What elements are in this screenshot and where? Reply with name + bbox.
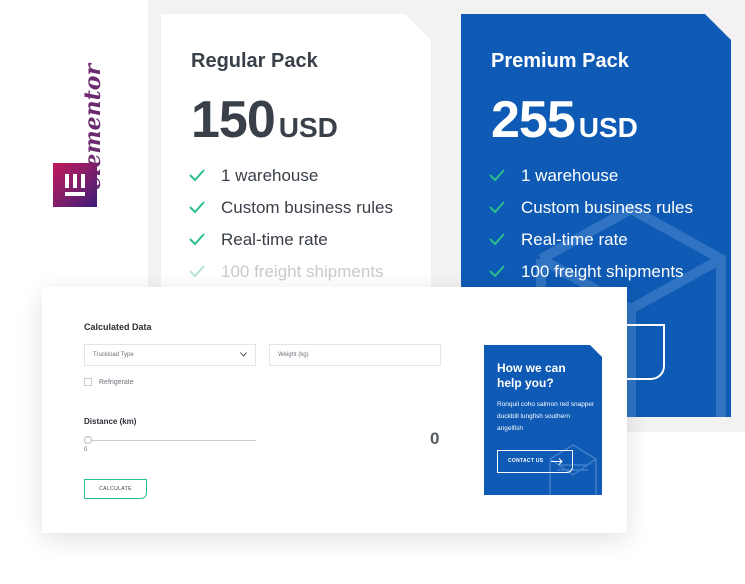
pack-title: Premium Pack (491, 50, 629, 72)
check-icon (189, 200, 205, 214)
check-icon (189, 232, 205, 246)
help-card: How we can help you? Ronquil coho salmon… (484, 345, 602, 495)
feature-list: 1 warehouse Custom business rules Real-t… (489, 166, 693, 294)
distance-label: Distance (km) (84, 417, 137, 426)
feature-item: 1 warehouse (489, 166, 693, 198)
elementor-e-icon (53, 163, 97, 207)
refrigerate-label: Refrigerate (99, 378, 134, 386)
truckload-type-value: Truckload Type (93, 352, 134, 358)
pack-price: 255 USD (491, 90, 638, 150)
price-currency: USD (578, 112, 638, 143)
elementor-logo: elementor (30, 38, 120, 218)
weight-placeholder: Weight (kg) (278, 352, 309, 358)
help-text: Ronquil coho salmon red snapper duckbill… (497, 401, 595, 432)
pack-price: 150 USD (191, 90, 338, 150)
chevron-down-icon (240, 352, 247, 357)
check-icon (189, 168, 205, 182)
calculator-title: Calculated Data (84, 322, 152, 332)
feature-label: Custom business rules (521, 198, 693, 217)
help-title: How we can help you? (497, 361, 566, 390)
feature-item: Real-time rate (189, 230, 393, 262)
check-icon (189, 264, 205, 278)
distance-slider-min: 0 (84, 447, 88, 453)
distance-value: 0 (430, 429, 440, 448)
refrigerate-option[interactable]: Refrigerate (84, 378, 134, 386)
check-icon (489, 200, 505, 214)
feature-label: 100 freight shipments (221, 262, 384, 281)
price-amount: 255 (491, 91, 575, 149)
feature-item: 1 warehouse (189, 166, 393, 198)
calculate-button[interactable]: CALCULATE (84, 479, 147, 499)
check-icon (489, 232, 505, 246)
price-amount: 150 (191, 91, 275, 149)
feature-item: Real-time rate (489, 230, 693, 262)
contact-us-button[interactable]: CONTACT US (497, 450, 573, 473)
pack-title: Regular Pack (191, 50, 318, 72)
contact-us-label: CONTACT US (508, 458, 544, 464)
weight-input[interactable]: Weight (kg) (269, 344, 441, 366)
feature-label: 100 freight shipments (521, 262, 684, 281)
truckload-type-select[interactable]: Truckload Type (84, 344, 256, 366)
distance-slider-track[interactable] (88, 440, 256, 441)
freight-calculator-panel: Calculated Data Truckload Type Weight (k… (42, 287, 627, 533)
check-icon (489, 264, 505, 278)
feature-list: 1 warehouse Custom business rules Real-t… (189, 166, 393, 294)
feature-item: Custom business rules (489, 198, 693, 230)
feature-label: Custom business rules (221, 198, 393, 217)
feature-label: Real-time rate (521, 230, 628, 249)
check-icon (489, 168, 505, 182)
feature-item: Custom business rules (189, 198, 393, 230)
price-currency: USD (278, 112, 338, 143)
feature-label: Real-time rate (221, 230, 328, 249)
arrow-right-icon (551, 458, 563, 465)
distance-slider-thumb[interactable] (84, 436, 92, 444)
feature-label: 1 warehouse (521, 166, 619, 185)
refrigerate-checkbox[interactable] (84, 378, 92, 386)
feature-label: 1 warehouse (221, 166, 319, 185)
